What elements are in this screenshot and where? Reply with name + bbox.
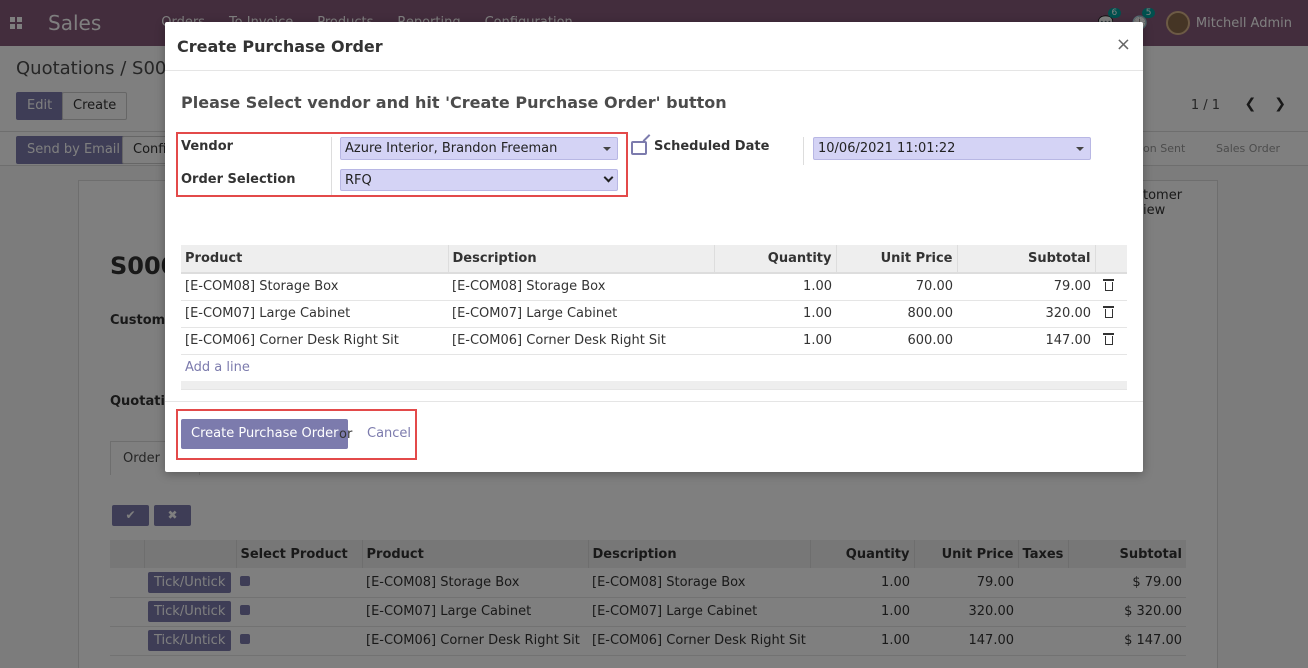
cell-unit-price[interactable]: 70.00 [836,273,957,301]
add-line-link[interactable]: Add a line [185,360,250,375]
cell-unit-price[interactable]: 600.00 [836,327,957,355]
create-purchase-order-dialog: Create Purchase Order × Please Select ve… [165,22,1143,472]
scheduled-date-value: 10/06/2021 11:01:22 [818,141,956,156]
delete-cell [1095,300,1127,328]
cell-subtotal: 320.00 [957,300,1095,328]
column-quantity[interactable]: Quantity [713,245,836,274]
cell-product[interactable]: [E-COM06] Corner Desk Right Sit [181,327,448,355]
chevron-down-icon [603,172,614,183]
order-selection-select[interactable]: RFQ [340,169,618,191]
scheduled-date-label: Scheduled Date [654,139,770,154]
modal-title: Create Purchase Order [177,36,383,56]
caret-down-icon [1076,147,1084,151]
cell-quantity[interactable]: 1.00 [714,327,836,355]
trash-icon[interactable] [1103,306,1114,318]
scheduled-date-divider [803,137,804,165]
cancel-button[interactable]: Cancel [367,426,411,441]
table-footer [181,381,1127,390]
order-selection-value: RFQ [345,173,372,188]
caret-down-icon [603,147,611,151]
cell-subtotal: 147.00 [957,327,1095,355]
column-product[interactable]: Product [181,245,448,274]
column-actions [1094,245,1127,274]
cell-subtotal: 79.00 [957,273,1095,301]
scheduled-date-field[interactable]: 10/06/2021 11:01:22 [813,137,1091,160]
cell-unit-price[interactable]: 800.00 [836,300,957,328]
table-row[interactable]: [E-COM06] Corner Desk Right Sit [E-COM06… [181,327,1127,355]
modal-header: Create Purchase Order × [165,22,1143,71]
delete-cell [1095,273,1127,301]
purchase-lines-table: Product Description Quantity Unit Price … [181,245,1127,390]
column-unit-price[interactable]: Unit Price [835,245,957,274]
cell-quantity[interactable]: 1.00 [714,273,836,301]
close-icon[interactable]: × [1116,34,1131,55]
cell-quantity[interactable]: 1.00 [714,300,836,328]
cell-description[interactable]: [E-COM08] Storage Box [448,273,714,301]
cell-product[interactable]: [E-COM07] Large Cabinet [181,300,448,328]
vendor-select-value: Azure Interior, Brandon Freeman [345,141,558,156]
instruction-text: Please Select vendor and hit 'Create Pur… [181,93,727,112]
add-line-row: Add a line [181,354,1127,381]
modal-body: Please Select vendor and hit 'Create Pur… [165,71,1143,402]
external-link-icon[interactable] [631,141,647,155]
vendor-divider [331,137,332,195]
column-description[interactable]: Description [447,245,714,274]
or-text: or [339,427,353,442]
column-subtotal[interactable]: Subtotal [956,245,1095,274]
create-purchase-order-button[interactable]: Create Purchase Order [181,419,349,449]
cell-description[interactable]: [E-COM07] Large Cabinet [448,300,714,328]
vendor-select[interactable]: Azure Interior, Brandon Freeman [340,137,618,160]
cell-product[interactable]: [E-COM08] Storage Box [181,273,448,301]
vendor-label: Vendor [181,139,234,154]
trash-icon[interactable] [1103,333,1114,345]
cell-description[interactable]: [E-COM06] Corner Desk Right Sit [448,327,714,355]
order-selection-label: Order Selection [181,172,296,187]
trash-icon[interactable] [1103,279,1114,292]
modal-footer: Create Purchase Order or Cancel [165,402,1143,471]
table-row[interactable]: [E-COM08] Storage Box [E-COM08] Storage … [181,273,1127,301]
delete-cell [1095,327,1127,355]
table-row[interactable]: [E-COM07] Large Cabinet [E-COM07] Large … [181,300,1127,328]
